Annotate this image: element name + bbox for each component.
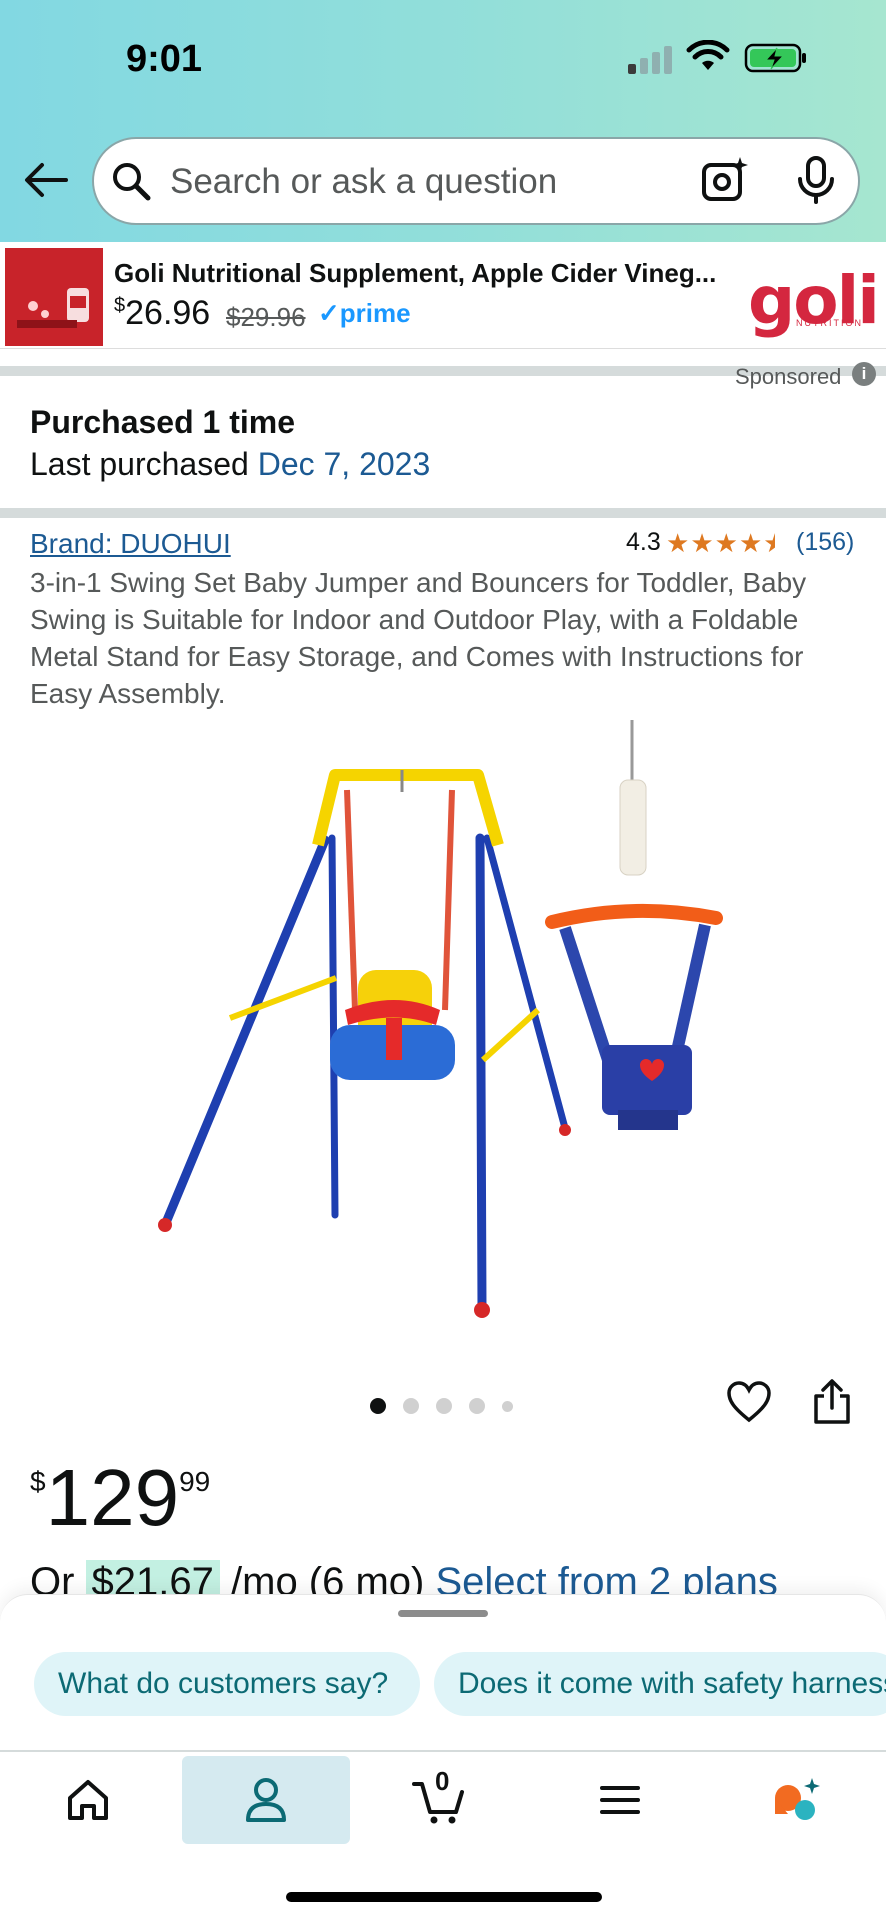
star-icon: ★ (690, 528, 714, 558)
cart-icon[interactable]: 0 (412, 1766, 468, 1826)
pager-dot[interactable] (502, 1401, 513, 1412)
sponsored-label: Sponsored (735, 364, 842, 389)
cart-count: 0 (435, 1766, 450, 1796)
star-icon: ★ (666, 528, 690, 558)
half-star-icon: ★ (763, 528, 787, 558)
battery-charging-icon (744, 43, 806, 73)
cellular-signal-icon (628, 44, 674, 74)
search-input[interactable]: Search or ask a question (170, 162, 557, 202)
ad-thumbnail[interactable] (5, 248, 103, 346)
product-price: $12999 (30, 1453, 211, 1542)
question-chip-customers-say[interactable]: What do customers say? (34, 1652, 420, 1716)
brand-link[interactable]: Brand: DUOHUI (30, 528, 231, 560)
pager-dot[interactable] (403, 1398, 419, 1414)
ad-price: $26.96 (114, 294, 211, 332)
last-purchased: Last purchased Dec 7, 2023 (30, 446, 431, 482)
prime-badge: ✓prime (318, 298, 411, 328)
product-title: 3-in-1 Swing Set Baby Jumper and Bouncer… (30, 567, 807, 709)
sheet-drag-handle[interactable] (398, 1610, 488, 1617)
ad-list-price: $29.96 (226, 302, 306, 332)
heart-icon[interactable] (726, 1380, 772, 1424)
account-icon[interactable] (238, 1774, 294, 1826)
info-icon[interactable]: i (852, 362, 876, 386)
status-time: 9:01 (126, 38, 203, 80)
search-icon (113, 163, 151, 201)
question-chip-safety-harness[interactable]: Does it come with safety harness? (434, 1652, 886, 1716)
star-icon: ★ (714, 528, 738, 558)
rating-value: 4.3 (626, 528, 661, 556)
share-icon[interactable] (810, 1378, 854, 1426)
goli-logo-sub: NUTRITION (796, 318, 863, 328)
rating-stars[interactable]: ★★★★★ (666, 528, 788, 559)
star-icon: ★ (738, 528, 763, 558)
last-purchased-date-link[interactable]: Dec 7, 2023 (258, 446, 431, 482)
camera-lens-icon[interactable] (700, 155, 750, 205)
back-arrow-icon[interactable] (22, 160, 70, 200)
pager-dot[interactable] (370, 1398, 386, 1414)
menu-icon[interactable] (592, 1774, 648, 1826)
purchased-count: Purchased 1 time (30, 404, 295, 440)
wifi-icon (686, 40, 730, 70)
review-count-link[interactable]: (156) (796, 528, 854, 557)
home-indicator (286, 1892, 602, 1902)
home-icon[interactable] (60, 1774, 116, 1826)
ad-title[interactable]: Goli Nutritional Supplement, Apple Cider… (114, 258, 716, 289)
rufus-assistant-icon[interactable] (768, 1774, 824, 1826)
section-divider (0, 508, 886, 518)
microphone-icon[interactable] (796, 155, 836, 205)
pager-dot[interactable] (436, 1398, 452, 1414)
product-image[interactable] (140, 720, 740, 1320)
pager-dot[interactable] (469, 1398, 485, 1414)
